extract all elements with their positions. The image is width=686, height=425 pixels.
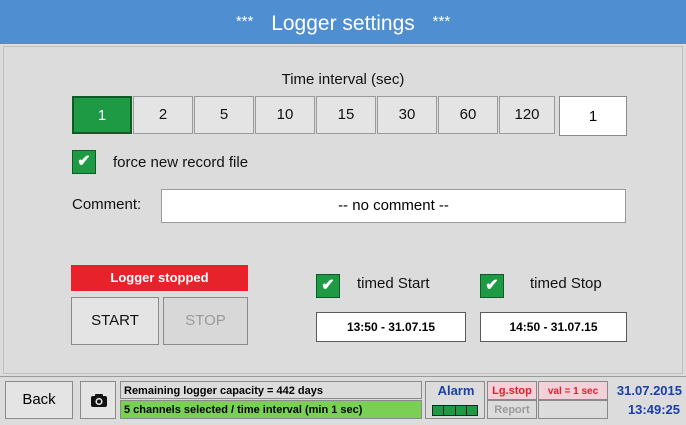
force-new-checkbox[interactable]: ✔ (72, 150, 96, 174)
force-new-label: force new record file (113, 154, 249, 171)
title-stars-right: *** (432, 13, 451, 30)
timed-stop-checkbox[interactable]: ✔ (480, 274, 504, 298)
stop-button[interactable]: STOP (163, 297, 248, 345)
time-display: 13:49:25 (627, 402, 680, 417)
timed-start-checkbox[interactable]: ✔ (316, 274, 340, 298)
timed-start-field[interactable]: 13:50 - 31.07.15 (316, 312, 466, 342)
title-stars-left: *** (235, 13, 254, 30)
page-title: Logger settings (271, 12, 415, 35)
logger-stop-status: Lg.stop (487, 381, 537, 400)
report-button[interactable]: Report (487, 400, 537, 419)
status-bar: Back Remaining logger capacity = 442 day… (0, 376, 686, 424)
time-interval-label: Time interval (sec) (281, 71, 405, 88)
interval-value-field[interactable]: 1 (559, 96, 627, 136)
comment-field[interactable]: -- no comment -- (161, 189, 626, 223)
logger-capacity-text: Remaining logger capacity = 442 days (120, 381, 422, 399)
alarm-indicator[interactable]: Alarm (425, 381, 485, 419)
alarm-label: Alarm (437, 383, 475, 398)
title-bar: *** Logger settings *** (0, 0, 686, 44)
screenshot-button[interactable] (80, 381, 116, 419)
alarm-status-cells (432, 405, 478, 416)
interval-button-60[interactable]: 60 (438, 96, 498, 134)
interval-value-status: val = 1 sec (538, 381, 608, 400)
date-display: 31.07.2015 (616, 383, 682, 398)
alarm-cell (444, 406, 456, 415)
timed-start-label: timed Start (357, 275, 430, 292)
back-button[interactable]: Back (5, 381, 73, 419)
interval-button-1[interactable]: 1 (72, 96, 132, 134)
timed-stop-field[interactable]: 14:50 - 31.07.15 (480, 312, 627, 342)
start-button[interactable]: START (71, 297, 159, 345)
comment-label: Comment: (72, 196, 142, 213)
camera-icon (91, 394, 107, 407)
timed-stop-label: timed Stop (530, 275, 602, 292)
interval-button-10[interactable]: 10 (255, 96, 315, 134)
interval-button-30[interactable]: 30 (377, 96, 437, 134)
alarm-cell (466, 406, 477, 415)
empty-status-cell (538, 400, 608, 419)
interval-button-2[interactable]: 2 (133, 96, 193, 134)
interval-button-15[interactable]: 15 (316, 96, 376, 134)
interval-button-5[interactable]: 5 (194, 96, 254, 134)
logger-status-badge: Logger stopped (71, 265, 248, 291)
channels-info-text: 5 channels selected / time interval (min… (120, 400, 422, 419)
interval-button-120[interactable]: 120 (499, 96, 555, 134)
alarm-cell (433, 406, 445, 415)
alarm-cell (455, 406, 467, 415)
